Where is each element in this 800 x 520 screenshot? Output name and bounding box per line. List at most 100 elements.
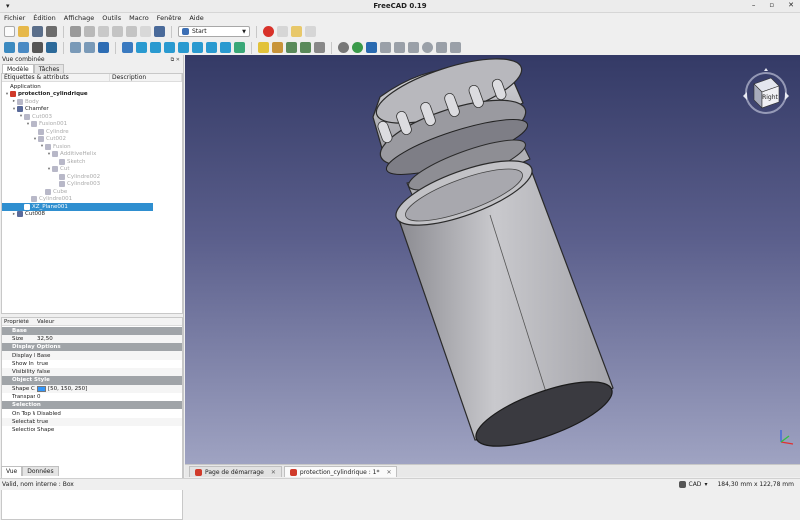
property-group[interactable]: Object Style (2, 376, 182, 385)
web-globe-icon[interactable] (352, 42, 363, 53)
column-description[interactable]: Description (110, 74, 182, 81)
property-value[interactable]: false (35, 369, 50, 375)
tree-node[interactable]: ▸ Body (11, 98, 39, 106)
back-arrow-icon[interactable] (70, 42, 81, 53)
rear-view-icon[interactable] (192, 42, 203, 53)
draw-style-icon[interactable] (32, 42, 43, 53)
zoom-icon[interactable] (122, 42, 133, 53)
front-view-icon[interactable] (150, 42, 161, 53)
tree-node[interactable]: ▾ Cut (46, 166, 69, 174)
navcube-arrow-right-icon[interactable] (785, 92, 789, 100)
undo-icon[interactable] (112, 26, 123, 37)
zoom-in-icon[interactable] (436, 42, 447, 53)
column-labels[interactable]: Étiquettes & attributs (2, 74, 110, 81)
measure-icon[interactable] (234, 42, 245, 53)
minimize-icon[interactable]: – (752, 1, 756, 9)
property-group[interactable]: Display Options (2, 343, 182, 352)
sync-view-icon[interactable] (98, 42, 109, 53)
fit-all-icon[interactable] (4, 42, 15, 53)
open-folder-icon[interactable] (18, 26, 29, 37)
property-row[interactable]: Display M...Base (2, 351, 182, 360)
tree-node[interactable]: Application (4, 83, 41, 91)
isometric-view-icon[interactable] (136, 42, 147, 53)
panel-float-close-icons[interactable]: ⧉ ✕ (171, 57, 180, 63)
maximize-icon[interactable]: ▫ (769, 1, 774, 9)
property-group[interactable]: Selection (2, 401, 182, 410)
tab-taches[interactable]: Tâches (33, 64, 65, 73)
tree-node[interactable]: Sketch (53, 158, 86, 166)
tree-node[interactable]: ▾ Chamfer (11, 106, 49, 114)
tab-donnees[interactable]: Données (22, 466, 59, 476)
bounding-box-icon[interactable] (46, 42, 57, 53)
menu-affichage[interactable]: Affichage (64, 14, 95, 22)
property-row[interactable]: Selectabletrue (2, 417, 182, 427)
menu-aide[interactable]: Aide (189, 14, 203, 22)
property-row[interactable]: Visibility false (2, 368, 182, 377)
save-icon[interactable] (32, 26, 43, 37)
property-row[interactable]: Size 32,50 (2, 334, 182, 344)
edit-macro-icon[interactable] (291, 26, 302, 37)
column-property[interactable]: Propriété (2, 319, 35, 325)
property-value[interactable]: Base (35, 353, 50, 359)
tree-node[interactable]: ▾ protection_cylindrique (4, 91, 88, 99)
refresh-icon[interactable] (140, 26, 151, 37)
tree-node[interactable]: ▾ Fusion001 (25, 121, 67, 129)
color-swatch[interactable] (37, 385, 46, 392)
menu-fenetre[interactable]: Fenêtre (157, 14, 182, 22)
property-value[interactable]: 32,50 (35, 336, 53, 342)
tree-node[interactable]: Cube (39, 188, 67, 196)
property-row[interactable]: Transpare...0 (2, 393, 182, 401)
menu-edition[interactable]: Édition (33, 14, 56, 22)
menu-macro[interactable]: Macro (129, 14, 149, 22)
left-view-icon[interactable] (220, 42, 231, 53)
property-value[interactable]: true (35, 361, 48, 367)
paste-icon[interactable] (98, 26, 109, 37)
property-value[interactable]: [50, 150, 250] (35, 385, 87, 392)
navcube-arrow-left-icon[interactable] (743, 92, 747, 100)
tree-node[interactable]: ▾ Cut002 (32, 136, 66, 144)
window-menu-icon[interactable]: ▾ (6, 2, 10, 10)
whats-this-icon[interactable] (154, 26, 165, 37)
web-forward-icon[interactable] (394, 42, 405, 53)
print-icon[interactable] (46, 26, 57, 37)
web-refresh-icon[interactable] (408, 42, 419, 53)
property-row[interactable]: Shape Color [50, 150, 250] (2, 384, 182, 393)
navigation-cube[interactable]: Right (741, 68, 791, 118)
create-group-icon[interactable] (272, 42, 283, 53)
property-value[interactable]: 0 (35, 394, 41, 400)
navigation-style[interactable]: CAD ▾ (678, 481, 707, 488)
tree-node[interactable]: Cylindre003 (53, 181, 100, 189)
tree-node[interactable]: ▾ AdditiveHelix (46, 151, 96, 159)
top-view-icon[interactable] (164, 42, 175, 53)
run-macro-icon[interactable] (305, 26, 316, 37)
stop-navigation-icon[interactable] (338, 42, 349, 53)
property-row[interactable]: On Top W...Disabled (2, 410, 182, 418)
close-tab-icon[interactable]: ✕ (386, 469, 391, 476)
property-group[interactable]: Base (2, 326, 182, 335)
tab-modele[interactable]: Modèle (2, 64, 34, 73)
tab-vue[interactable]: Vue (1, 466, 23, 476)
right-view-icon[interactable] (178, 42, 189, 53)
tree-node[interactable]: ▾ Fusion (39, 143, 71, 151)
create-part-icon[interactable] (258, 42, 269, 53)
property-value[interactable]: Disabled (35, 411, 61, 417)
workbench-selector[interactable]: Start ▼ (178, 26, 250, 37)
tree-node[interactable]: ▾ Cut003 (18, 113, 52, 121)
web-start-icon[interactable] (366, 42, 377, 53)
forward-arrow-icon[interactable] (84, 42, 95, 53)
tree-node[interactable]: Cylindre002 (53, 173, 100, 181)
tree-node[interactable]: ▸ Cut008 (11, 211, 45, 219)
stop-macro-icon[interactable] (277, 26, 288, 37)
web-back-icon[interactable] (380, 42, 391, 53)
menu-fichier[interactable]: Fichier (4, 14, 25, 22)
tree-node[interactable]: Cylindre (32, 128, 69, 136)
navcube-arrow-up-icon[interactable] (764, 68, 768, 71)
web-stop-icon[interactable] (422, 42, 433, 53)
tab-start-page[interactable]: Page de démarrage ✕ (189, 466, 282, 477)
tab-protection-cylindrique[interactable]: protection_cylindrique : 1* ✕ (283, 466, 398, 477)
close-icon[interactable]: ✕ (788, 1, 794, 9)
menu-outils[interactable]: Outils (102, 14, 121, 22)
property-value[interactable]: true (35, 419, 48, 425)
link-icon[interactable] (286, 42, 297, 53)
fit-selection-icon[interactable] (18, 42, 29, 53)
